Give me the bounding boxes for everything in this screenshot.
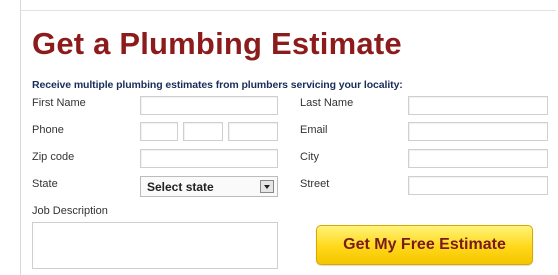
phone-prefix-input[interactable] [183,122,223,141]
street-input[interactable] [408,176,548,195]
panel-top-border [21,0,556,11]
last-name-label: Last Name [300,97,354,109]
job-description-textarea[interactable] [32,222,278,269]
street-label: Street [300,178,330,190]
form-title: Get a Plumbing Estimate [32,26,402,61]
last-name-input[interactable] [408,96,548,115]
phone-label: Phone [32,124,64,136]
get-estimate-button[interactable]: Get My Free Estimate [316,225,533,265]
city-input[interactable] [408,149,548,168]
email-label: Email [300,124,328,136]
job-description-label: Job Description [32,205,108,217]
zip-code-input[interactable] [140,149,278,168]
phone-line-input[interactable] [228,122,278,141]
city-label: City [300,151,319,163]
chevron-down-icon[interactable] [260,180,274,193]
phone-area-code-input[interactable] [140,122,178,141]
state-label: State [32,178,58,190]
state-select-value: Select state [147,180,214,194]
form-subtitle: Receive multiple plumbing estimates from… [32,79,403,91]
state-select[interactable]: Select state [140,176,278,197]
zip-code-label: Zip code [32,151,75,163]
email-input[interactable] [408,122,548,141]
first-name-input[interactable] [140,96,278,115]
first-name-label: First Name [32,97,86,109]
